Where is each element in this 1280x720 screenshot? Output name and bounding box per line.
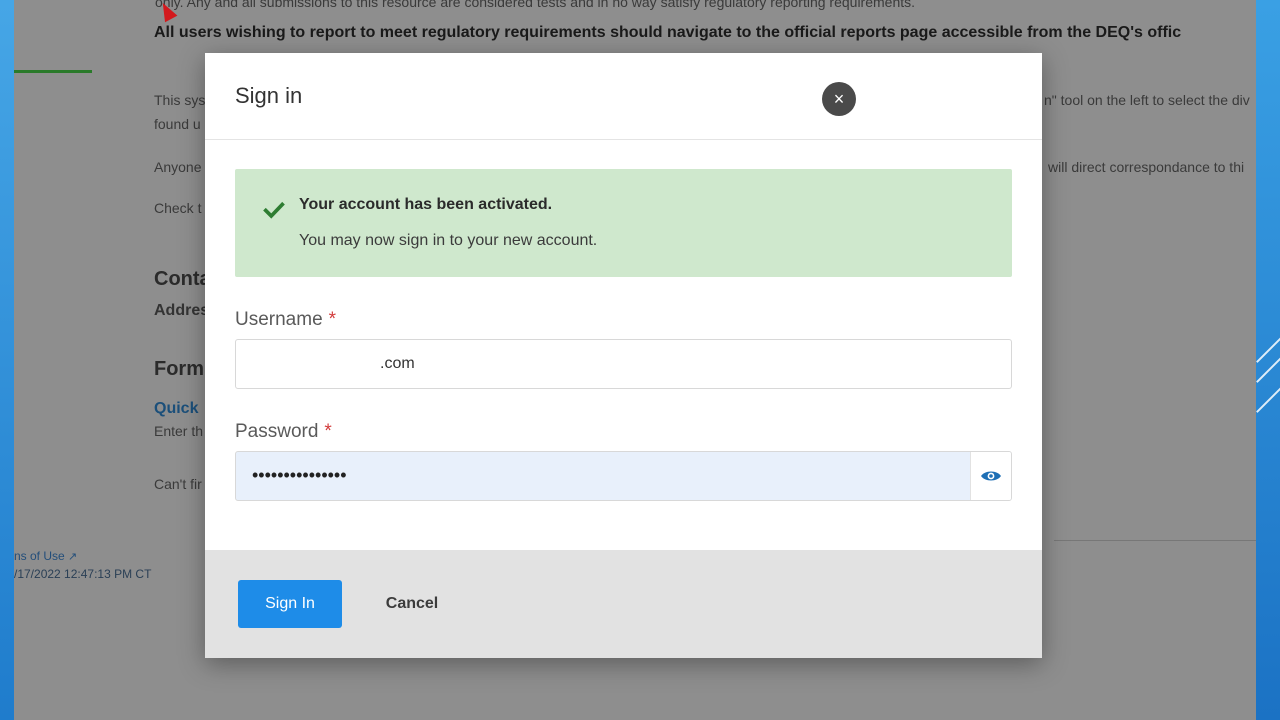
username-label: Username * bbox=[235, 309, 336, 331]
alert-title: Your account has been activated. bbox=[299, 196, 553, 213]
footer-terms-label: ns of Use bbox=[14, 549, 65, 563]
password-input[interactable]: ••••••••••••••• bbox=[235, 451, 1012, 501]
eye-icon bbox=[981, 471, 1001, 481]
bg-para1-start: This sys bbox=[154, 92, 206, 108]
bg-para1-line2: found u bbox=[154, 116, 201, 132]
bg-heading-forms: Form bbox=[154, 358, 204, 380]
cancel-button[interactable]: Cancel bbox=[377, 580, 447, 628]
bg-enter-text: Enter th bbox=[154, 423, 204, 439]
green-divider bbox=[14, 70, 92, 73]
bg-text-line1: only. Any and all submissions to this re… bbox=[155, 0, 916, 10]
show-password-toggle[interactable] bbox=[970, 452, 1011, 500]
password-required-mark: * bbox=[324, 421, 332, 442]
bg-quick-link[interactable]: Quick bbox=[154, 400, 198, 418]
username-label-text: Username bbox=[235, 309, 323, 330]
bg-para3-start: Check t bbox=[154, 200, 202, 216]
frame-left bbox=[0, 0, 14, 720]
password-label-text: Password bbox=[235, 421, 319, 442]
frame-right bbox=[1256, 0, 1280, 720]
bg-para2-start: Anyone bbox=[154, 159, 202, 175]
username-input[interactable]: .com bbox=[235, 339, 1012, 389]
bg-heading-contact: Conta bbox=[154, 268, 211, 290]
bg-address-label: Addres bbox=[154, 302, 210, 319]
sign-in-modal: Sign in × Your account has been activate… bbox=[205, 53, 1042, 658]
bg-text-line2: All users wishing to report to meet regu… bbox=[154, 24, 1182, 41]
close-icon: × bbox=[833, 88, 845, 109]
username-value: .com bbox=[380, 355, 415, 372]
alert-body: You may now sign in to your new account. bbox=[299, 232, 598, 249]
footer-divider bbox=[1054, 540, 1256, 541]
external-link-icon: ↗ bbox=[68, 551, 78, 563]
bg-para2-end: will direct correspondance to thi bbox=[1048, 159, 1245, 175]
footer-timestamp: /17/2022 12:47:13 PM CT bbox=[14, 567, 152, 581]
check-icon bbox=[263, 201, 285, 219]
bg-cant-find: Can't fir bbox=[154, 476, 202, 492]
close-button[interactable]: × bbox=[822, 82, 856, 116]
modal-footer: Sign In Cancel bbox=[205, 550, 1042, 658]
username-required-mark: * bbox=[328, 309, 337, 330]
password-value: ••••••••••••••• bbox=[252, 465, 347, 485]
modal-title: Sign in bbox=[235, 83, 303, 108]
modal-header: Sign in bbox=[205, 53, 1042, 140]
password-label: Password * bbox=[235, 421, 332, 443]
bg-para1-end: n" tool on the left to select the div bbox=[1044, 92, 1250, 108]
success-alert: Your account has been activated. You may… bbox=[235, 169, 1012, 277]
footer-terms-link[interactable]: ns of Use ↗ bbox=[14, 549, 77, 563]
sign-in-button[interactable]: Sign In bbox=[238, 580, 342, 628]
